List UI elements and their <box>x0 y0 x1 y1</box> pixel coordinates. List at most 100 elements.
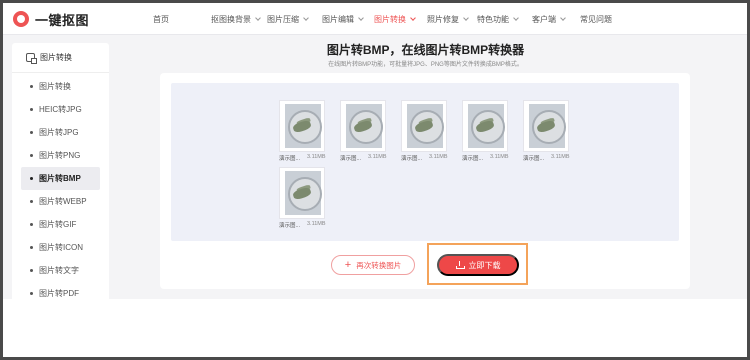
bullet-icon <box>30 223 33 226</box>
bullet-icon <box>30 177 33 180</box>
file-thumbnail[interactable]: 演示图... 3.11MB <box>399 100 449 162</box>
sidebar-item-5[interactable]: 图片转WEBP <box>12 190 109 213</box>
bullet-icon <box>30 85 33 88</box>
image-preview-icon <box>529 104 566 148</box>
image-preview-icon <box>285 171 322 215</box>
nav-item-label: 照片修复 <box>427 14 459 24</box>
main-nav: 首页 抠图换背景 图片压缩 图片编辑 图片转换 照片修复 特色功能 客户端 常见问题 <box>153 3 620 35</box>
file-name: 演示图... <box>462 156 484 162</box>
nav-item-label: 客户端 <box>532 14 556 24</box>
sidebar-item-label: 图片转换 <box>39 82 71 91</box>
nav-item-label: 图片编辑 <box>322 14 354 24</box>
nav-item-label: 首页 <box>153 14 169 24</box>
sidebar-item-2[interactable]: 图片转JPG <box>12 121 109 144</box>
sidebar-item-6[interactable]: 图片转GIF <box>12 213 109 236</box>
thumbnail-image <box>401 100 447 152</box>
sidebar-item-label: 图片转JPG <box>39 128 79 137</box>
sidebar-item-8[interactable]: 图片转文字 <box>12 259 109 282</box>
download-button[interactable]: 立即下载 <box>437 254 519 276</box>
chevron-down-icon <box>463 14 469 21</box>
nav-item-7[interactable]: 客户端 <box>532 3 580 35</box>
nav-item-label: 特色功能 <box>477 14 509 24</box>
bullet-icon <box>30 292 33 295</box>
nav-item-label: 图片转换 <box>374 14 406 24</box>
nav-item-0[interactable]: 首页 <box>153 3 211 35</box>
thumbnail-image <box>462 100 508 152</box>
page-title: 图片转BMP，在线图片转BMP转换器 <box>326 43 525 57</box>
sidebar-header: 图片转换 <box>12 43 109 73</box>
file-size: 3.11MB <box>551 154 570 160</box>
page-subtitle: 在线图片转BMP功能，可批量将JPG、PNG等图片文件转换成BMP格式。 <box>328 62 523 68</box>
file-name: 演示图... <box>523 156 545 162</box>
bullet-icon <box>30 200 33 203</box>
file-thumbnail[interactable]: 演示图... 3.11MB <box>277 167 327 229</box>
chevron-down-icon <box>255 14 261 21</box>
file-name: 演示图... <box>401 156 423 162</box>
file-thumbnail[interactable]: 演示图... 3.11MB <box>521 100 571 162</box>
sidebar-item-label: HEIC转JPG <box>39 105 82 114</box>
sidebar-item-3[interactable]: 图片转PNG <box>12 144 109 167</box>
nav-item-1[interactable]: 抠图换背景 <box>211 3 267 35</box>
download-icon <box>455 261 465 269</box>
download-label: 立即下载 <box>468 260 501 270</box>
file-thumbnail[interactable]: 演示图... 3.11MB <box>460 100 510 162</box>
bullet-icon <box>30 108 33 111</box>
thumbnail-image <box>279 100 325 152</box>
sidebar-item-label: 图片转BMP <box>39 174 81 183</box>
thumbnail-image <box>523 100 569 152</box>
convert-again-label: 再次转换图片 <box>356 260 402 270</box>
file-name: 演示图... <box>340 156 362 162</box>
convert-again-button[interactable]: + 再次转换图片 <box>331 255 415 275</box>
logo-icon <box>13 11 29 27</box>
nav-item-3[interactable]: 图片编辑 <box>322 3 374 35</box>
file-size: 3.11MB <box>307 221 326 227</box>
sidebar-item-label: 图片转ICON <box>39 243 83 252</box>
app-frame: 一键抠图 首页 抠图换背景 图片压缩 图片编辑 图片转换 照片修复 特色功能 客户端 常见问题 … <box>0 0 750 360</box>
file-size: 3.11MB <box>429 154 448 160</box>
image-preview-icon <box>346 104 383 148</box>
nav-item-4[interactable]: 图片转换 <box>374 3 427 35</box>
image-preview-icon <box>285 104 322 148</box>
sidebar-item-7[interactable]: 图片转ICON <box>12 236 109 259</box>
nav-item-label: 图片压缩 <box>267 14 299 24</box>
brand-logo[interactable]: 一键抠图 <box>13 10 89 28</box>
nav-item-6[interactable]: 特色功能 <box>477 3 532 35</box>
nav-item-label: 抠图换背景 <box>211 14 251 24</box>
chevron-down-icon <box>410 14 416 21</box>
sidebar-item-label: 图片转GIF <box>39 220 77 229</box>
footer-area <box>3 299 747 357</box>
file-size: 3.11MB <box>490 154 509 160</box>
file-preview-area[interactable]: 演示图... 3.11MB 演示图... 3.11MB 演示图... 3.11MB 演示图.… <box>171 83 679 241</box>
sidebar-item-0[interactable]: 图片转换 <box>12 75 109 98</box>
sidebar-title: 图片转换 <box>40 53 72 62</box>
plus-icon: + <box>344 258 352 271</box>
file-name: 演示图... <box>279 156 301 162</box>
file-thumbnail[interactable]: 演示图... 3.11MB <box>277 100 327 162</box>
file-size: 3.11MB <box>368 154 387 160</box>
nav-item-2[interactable]: 图片压缩 <box>267 3 322 35</box>
chevron-down-icon <box>358 14 364 21</box>
bullet-icon <box>30 154 33 157</box>
sidebar-item-label: 图片转文字 <box>39 266 79 275</box>
convert-icon <box>26 53 37 64</box>
nav-item-5[interactable]: 照片修复 <box>427 3 477 35</box>
file-size: 3.11MB <box>307 154 326 160</box>
sidebar-item-4[interactable]: 图片转BMP <box>21 167 100 190</box>
sidebar: 图片转换 图片转换 HEIC转JPG 图片转JPG 图片转PNG 图片转BMP 图片转WE… <box>12 43 109 326</box>
image-preview-icon <box>407 104 444 148</box>
bullet-icon <box>30 131 33 134</box>
chevron-down-icon <box>560 14 566 21</box>
converter-card: 演示图... 3.11MB 演示图... 3.11MB 演示图... 3.11MB 演示图.… <box>160 73 690 289</box>
image-preview-icon <box>468 104 505 148</box>
sidebar-item-label: 图片转PDF <box>39 289 79 298</box>
nav-item-8[interactable]: 常见问题 <box>580 3 620 35</box>
chevron-down-icon <box>513 14 519 21</box>
sidebar-item-label: 图片转WEBP <box>39 197 87 206</box>
chevron-down-icon <box>303 14 309 21</box>
thumbnail-image <box>340 100 386 152</box>
sidebar-item-1[interactable]: HEIC转JPG <box>12 98 109 121</box>
brand-name: 一键抠图 <box>35 12 90 28</box>
nav-item-label: 常见问题 <box>580 14 612 24</box>
sidebar-list: 图片转换 HEIC转JPG 图片转JPG 图片转PNG 图片转BMP 图片转WEBP 图片转… <box>12 73 109 305</box>
file-thumbnail[interactable]: 演示图... 3.11MB <box>338 100 388 162</box>
